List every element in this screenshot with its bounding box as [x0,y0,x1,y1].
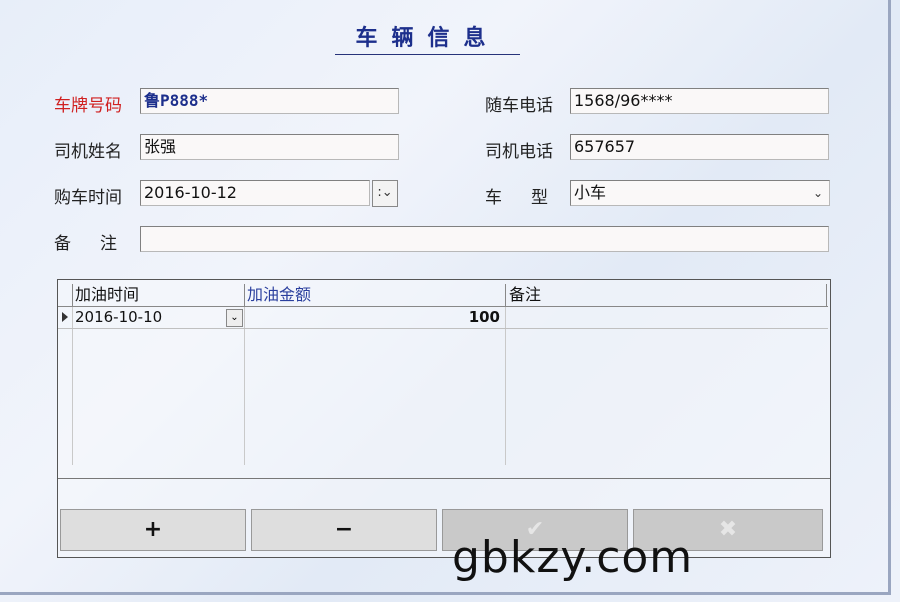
driver-phone-label: 司机电话 [485,142,553,162]
title-underline [335,54,520,55]
plate-input[interactable]: 鲁P888* [140,88,399,114]
column-header-note[interactable]: 备注 [506,284,541,305]
buy-date-input[interactable]: 2016-10-12 [140,180,370,206]
chevron-down-icon[interactable]: ⌄ [226,309,243,327]
car-type-label: 车 型 [485,188,554,208]
close-icon: ✖ [718,517,738,542]
driver-name-input[interactable]: 张强 [140,134,399,160]
row-fuel-amount[interactable]: 100 [248,307,500,328]
add-record-button[interactable]: + [60,509,246,551]
column-header-fuel-amount[interactable]: 加油金额 [244,284,311,305]
driver-name-label: 司机姓名 [54,142,122,162]
car-phone-input[interactable]: 1568/96**** [570,88,829,114]
fuel-records-grid: 加油时间 加油金额 备注 2016-10-10 ⌄ 100 + − ✔ ✖ [57,279,831,558]
note-label: 备 注 [54,234,123,254]
car-type-select[interactable]: 小车 ⌄ [570,180,830,206]
delete-record-button[interactable]: − [251,509,437,551]
watermark: gbkzy.com [452,532,694,583]
current-row-arrow-icon [62,312,68,322]
buy-date-label: 购车时间 [54,188,122,208]
plate-label: 车牌号码 [54,96,122,116]
row-fuel-time[interactable]: 2016-10-10 [75,307,162,328]
grid-divider [58,478,830,479]
chevron-down-icon: ⌄ [812,186,824,200]
chevron-down-icon: :⌄ [377,185,393,200]
grid-header: 加油时间 加油金额 备注 [58,284,830,306]
note-input[interactable] [140,226,829,252]
car-type-value: 小车 [574,183,607,202]
table-row[interactable]: 2016-10-10 ⌄ 100 [58,306,828,329]
car-phone-label: 随车电话 [485,96,553,116]
driver-phone-input[interactable]: 657657 [570,134,829,160]
date-picker-button[interactable]: :⌄ [372,180,398,207]
column-header-fuel-time[interactable]: 加油时间 [72,284,139,305]
page-title: 车辆信息 [355,26,500,51]
